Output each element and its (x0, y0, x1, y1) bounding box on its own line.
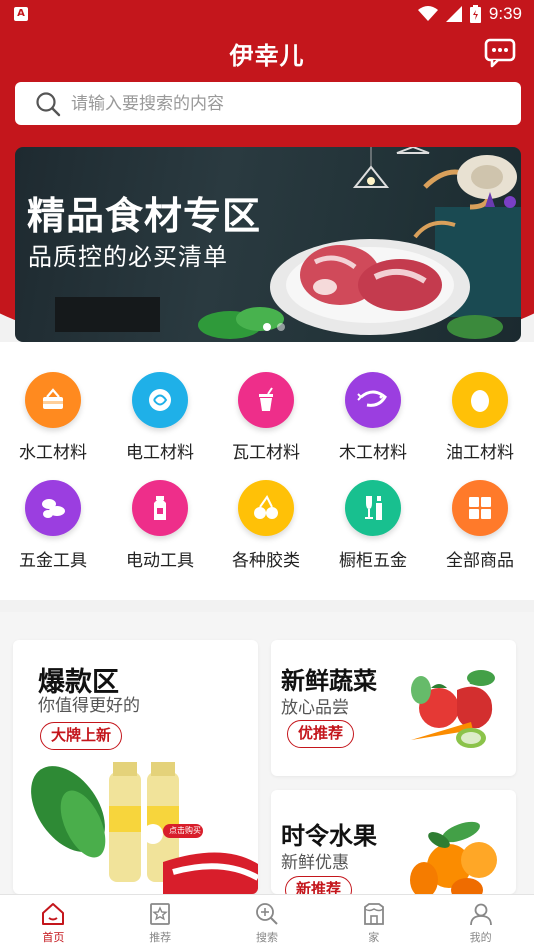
user-icon (469, 903, 492, 926)
status-bar: A 9:39 (0, 0, 534, 28)
category-label: 电动工具 (126, 551, 194, 571)
house-icon (363, 903, 384, 925)
fruit-card[interactable]: 时令水果 新鲜优惠 新推荐 (271, 790, 516, 894)
nav-label: 搜索 (255, 931, 278, 944)
grid-icon (452, 480, 508, 536)
card-title: 时令水果 (281, 822, 377, 850)
category-label: 各种胶类 (232, 551, 300, 571)
pagination-dot[interactable] (263, 323, 271, 331)
cup-icon (238, 372, 294, 428)
category-label: 电工材料 (126, 443, 194, 463)
category-item[interactable]: 木工材料 (320, 372, 426, 463)
card-subtitle: 新鲜优惠 (281, 853, 349, 873)
promo-banner[interactable]: 精品食材专区 品质控的必买清单 (15, 147, 521, 342)
shrimp-icon (345, 372, 401, 428)
category-label: 瓦工材料 (232, 443, 300, 463)
card-tag-button[interactable]: 新推荐 (285, 876, 353, 894)
lemon-drink-illustration (31, 762, 258, 894)
clock: 9:39 (488, 4, 522, 23)
category-item[interactable]: 橱柜五金 (320, 480, 426, 571)
category-item[interactable]: 电动工具 (107, 480, 213, 571)
home-icon (42, 903, 65, 925)
fruit-illustration (410, 821, 497, 894)
vegetables-illustration (411, 670, 495, 748)
category-label: 油工材料 (446, 443, 514, 463)
card-subtitle: 放心品尝 (281, 698, 349, 718)
wifi-icon (417, 6, 438, 21)
signal-icon (445, 6, 462, 22)
banner-title: 精品食材专区 (27, 194, 262, 238)
search-input[interactable] (71, 93, 471, 114)
milk-icon (132, 480, 188, 536)
pagination-dot[interactable] (277, 323, 285, 331)
notification-icon: A (14, 7, 28, 21)
category-item[interactable]: 全部商品 (427, 480, 533, 571)
category-item[interactable]: 油工材料 (427, 372, 533, 463)
nav-home[interactable]: 首页 (0, 895, 107, 950)
search-bar[interactable] (15, 82, 521, 125)
category-label: 五金工具 (19, 551, 87, 571)
category-item[interactable]: 瓦工材料 (213, 372, 319, 463)
coconut-icon (132, 372, 188, 428)
nav-label: 推荐 (149, 931, 172, 944)
promo-section: 爆款区 你值得更好的 大牌上新 点击购买 新鲜蔬菜 放心品尝 优推荐 时令水果 … (0, 612, 534, 894)
category-label: 橱柜五金 (339, 551, 407, 571)
wine-icon (345, 480, 401, 536)
egg-icon (452, 372, 508, 428)
banner-pagination (263, 323, 285, 331)
nav-profile[interactable]: 我的 (427, 895, 534, 950)
category-label: 木工材料 (339, 443, 407, 463)
nav-house[interactable]: 家 (320, 895, 427, 950)
hot-sale-card[interactable]: 爆款区 你值得更好的 大牌上新 点击购买 (13, 640, 258, 894)
nav-label: 家 (368, 931, 380, 944)
nav-label: 首页 (42, 931, 65, 944)
card-tag-button[interactable]: 优推荐 (287, 720, 355, 748)
basket-icon (25, 372, 81, 428)
nav-label: 我的 (469, 931, 492, 944)
search-icon (36, 91, 61, 116)
app-title: 伊幸儿 (229, 42, 305, 70)
category-item[interactable]: 五金工具 (0, 480, 106, 571)
category-grid: 水工材料 电工材料 瓦工材料 木工材料 油工材料 五金工具 电动工具 各种胶类 … (0, 342, 534, 600)
buy-now-badge[interactable]: 点击购买 (165, 824, 205, 838)
banner-subtitle: 品质控的必买清单 (28, 243, 228, 271)
search-icon (256, 903, 278, 925)
category-item[interactable]: 水工材料 (0, 372, 106, 463)
battery-icon (469, 5, 481, 23)
category-item[interactable]: 各种胶类 (213, 480, 319, 571)
star-bookmark-icon (150, 903, 171, 925)
nav-recommend[interactable]: 推荐 (107, 895, 214, 950)
category-label: 全部商品 (446, 551, 514, 571)
cherry-icon (238, 480, 294, 536)
status-icons: 9:39 (417, 4, 522, 24)
card-tag-button[interactable]: 大牌上新 (40, 722, 123, 750)
category-item[interactable]: 电工材料 (107, 372, 213, 463)
card-subtitle: 你值得更好的 (38, 696, 140, 716)
app-screen: A 9:39 伊幸儿 请输入要搜索的内容 精品食材专区 品质控的必买清单 水工材… (0, 0, 534, 950)
nuts-icon (25, 480, 81, 536)
message-icon[interactable] (484, 38, 516, 68)
banner-shadow (55, 297, 160, 332)
vegetables-card[interactable]: 新鲜蔬菜 放心品尝 优推荐 (271, 640, 516, 776)
bottom-navigation: 首页 推荐 搜索 家 我的 (0, 894, 534, 950)
card-title: 新鲜蔬菜 (281, 667, 377, 695)
nav-search[interactable]: 搜索 (214, 895, 321, 950)
category-label: 水工材料 (19, 443, 87, 463)
